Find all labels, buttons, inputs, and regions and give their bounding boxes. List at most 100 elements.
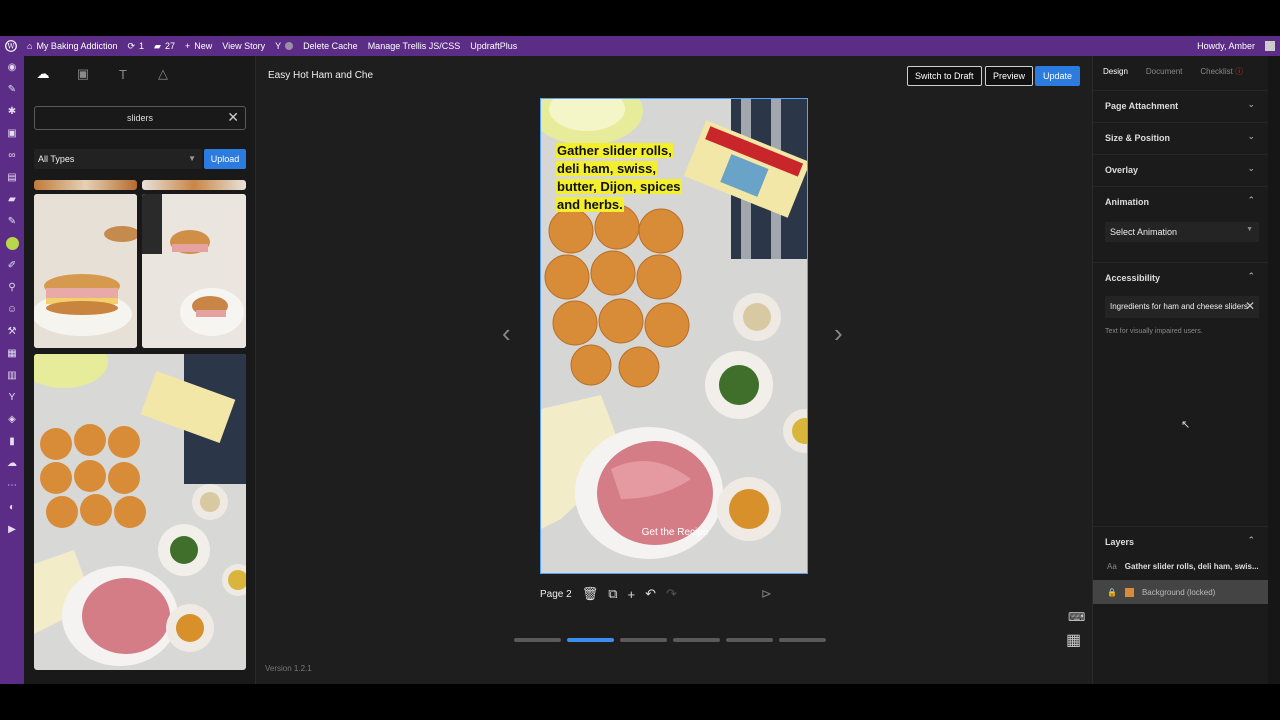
refresh-icon: ⟳: [127, 40, 136, 51]
shield-icon[interactable]: ◈: [0, 408, 24, 430]
tab-checklist[interactable]: Checklist ⓘ: [1200, 66, 1243, 77]
chevron-up-icon: ⌃: [1247, 535, 1255, 545]
delete-cache-link[interactable]: Delete Cache: [298, 36, 363, 56]
trash-icon[interactable]: 🗑: [582, 586, 599, 602]
tab-design[interactable]: Design: [1103, 67, 1128, 76]
pin-icon[interactable]: ✎: [0, 210, 24, 232]
dashboard-icon[interactable]: ◉: [0, 56, 24, 78]
play-icon[interactable]: ▶: [0, 518, 24, 540]
chevron-down-icon: ▼: [188, 154, 196, 163]
layer-item-text[interactable]: Aa Gather slider rolls, deli ham, swis..…: [1093, 554, 1269, 578]
next-page-arrow-icon[interactable]: ›: [834, 318, 843, 349]
media-library-panel: ☁ ▣ T △ sliders ✕ All Types ▼ Upload: [24, 56, 256, 684]
yoast-icon[interactable]: Y: [270, 36, 298, 56]
animation-select[interactable]: Select Animation ▼: [1105, 222, 1259, 242]
chart-icon[interactable]: ▮: [0, 430, 24, 452]
version-label: Version 1.2.1: [265, 664, 312, 673]
new-content-link[interactable]: + New: [180, 36, 217, 56]
keyboard-icon[interactable]: ⌨: [1068, 610, 1085, 624]
scrollbar[interactable]: [1268, 56, 1280, 684]
media-thumbnail[interactable]: [142, 180, 246, 190]
media-thumbnail-selected[interactable]: [34, 354, 246, 670]
comments-icon[interactable]: ▰: [0, 188, 24, 210]
preview-button[interactable]: Preview: [985, 66, 1034, 86]
section-layers[interactable]: Layers ⌃: [1093, 526, 1269, 556]
design-panel: Design Document Checklist ⓘ Page Attachm…: [1092, 56, 1269, 684]
updates-link[interactable]: ⟳ 1: [122, 36, 149, 56]
appearance-icon[interactable]: ✐: [0, 254, 24, 276]
plugins-icon[interactable]: ⚲: [0, 276, 24, 298]
alert-icon: ⓘ: [1235, 66, 1244, 76]
panel-tabs: Design Document Checklist ⓘ: [1093, 56, 1268, 86]
page-indicator[interactable]: [726, 638, 773, 642]
upload-cloud-icon[interactable]: ☁: [32, 63, 54, 85]
upload-button[interactable]: Upload: [204, 149, 246, 169]
close-icon[interactable]: ✕: [227, 109, 239, 126]
previous-page-arrow-icon[interactable]: ‹: [502, 318, 511, 349]
add-page-icon[interactable]: +: [628, 587, 636, 602]
redo-icon[interactable]: ↷: [666, 586, 677, 602]
headphones-icon[interactable]: ◐: [0, 496, 24, 518]
tab-document[interactable]: Document: [1146, 67, 1182, 76]
media-search-input[interactable]: sliders ✕: [34, 106, 246, 130]
account-link[interactable]: Howdy, Amber: [1192, 36, 1260, 56]
get-recipe-cta[interactable]: Get the Recipe: [541, 527, 807, 538]
chevron-down-icon: ⌄: [1247, 99, 1255, 109]
editor-canvas-area: Easy Hot Ham and Che Switch to Draft Pre…: [256, 56, 1090, 684]
page-indicator-active[interactable]: [567, 638, 614, 642]
stories-icon[interactable]: [0, 232, 24, 254]
section-overlay[interactable]: Overlay ⌄: [1093, 154, 1269, 184]
updraft-link[interactable]: UpdraftPlus: [465, 36, 522, 56]
page-indicator[interactable]: [620, 638, 667, 642]
switch-to-draft-button[interactable]: Switch to Draft: [907, 66, 982, 86]
section-page-attachment[interactable]: Page Attachment ⌄: [1093, 90, 1269, 120]
undo-icon[interactable]: ↶: [645, 586, 656, 602]
pin-icon[interactable]: ✎: [0, 78, 24, 100]
site-name-link[interactable]: ⌂ My Baking Addiction: [22, 36, 122, 56]
link-icon[interactable]: ∞: [0, 144, 24, 166]
section-accessibility[interactable]: Accessibility ⌃: [1093, 262, 1269, 292]
caption-text[interactable]: Gather slider rolls, deli ham, swiss, bu…: [556, 142, 696, 214]
story-page[interactable]: Gather slider rolls, deli ham, swiss, bu…: [540, 98, 808, 574]
text-icon[interactable]: T: [112, 63, 134, 85]
status-dot-icon: [285, 42, 294, 50]
duplicate-icon[interactable]: ⧉: [608, 586, 617, 602]
media-thumbnail[interactable]: [142, 194, 246, 348]
page-indicator[interactable]: [673, 638, 720, 642]
section-size-position[interactable]: Size & Position ⌄: [1093, 122, 1269, 152]
update-button[interactable]: Update: [1035, 66, 1081, 86]
yoast-icon[interactable]: Y: [0, 386, 24, 408]
share-icon[interactable]: ⋯: [0, 474, 24, 496]
media-thumbnail[interactable]: [34, 180, 137, 190]
media-icon[interactable]: ▣: [0, 122, 24, 144]
grid-icon[interactable]: ▥: [0, 364, 24, 386]
cloud-icon[interactable]: ☁: [0, 452, 24, 474]
comments-link[interactable]: ▰ 27: [149, 36, 180, 56]
section-animation[interactable]: Animation ⌃: [1093, 186, 1269, 216]
avatar[interactable]: [1260, 36, 1280, 56]
table-icon[interactable]: ▦: [0, 342, 24, 364]
mouse-cursor-icon: ↖: [1181, 419, 1191, 431]
text-layer-icon: Aa: [1107, 561, 1117, 571]
page-indicator[interactable]: [779, 638, 826, 642]
grid-view-icon[interactable]: ▦: [1066, 630, 1081, 650]
media-thumbnail[interactable]: [34, 194, 137, 348]
close-icon[interactable]: ✕: [1245, 299, 1255, 313]
pages-icon[interactable]: ▤: [0, 166, 24, 188]
image-icon[interactable]: ▣: [72, 63, 94, 85]
page-indicator[interactable]: [514, 638, 561, 642]
manage-trellis-link[interactable]: Manage Trellis JS/CSS: [363, 36, 466, 56]
alt-text-input[interactable]: Ingredients for ham and cheese sliders ✕: [1105, 296, 1259, 318]
users-icon[interactable]: ☺: [0, 298, 24, 320]
chevron-down-icon: ▼: [1246, 226, 1253, 233]
story-title[interactable]: Easy Hot Ham and Che: [268, 70, 374, 81]
shapes-icon[interactable]: △: [152, 63, 174, 85]
chevron-down-icon: ⌄: [1247, 131, 1255, 141]
play-icon[interactable]: ⊳: [761, 586, 772, 602]
tools-icon[interactable]: ⚒: [0, 320, 24, 342]
type-filter-select[interactable]: All Types ▼: [34, 149, 202, 169]
wordpress-logo-icon[interactable]: W: [0, 36, 22, 56]
gear-icon[interactable]: ✱: [0, 100, 24, 122]
layer-item-background[interactable]: 🔒 Background (locked): [1093, 580, 1269, 604]
view-story-link[interactable]: View Story: [217, 36, 270, 56]
